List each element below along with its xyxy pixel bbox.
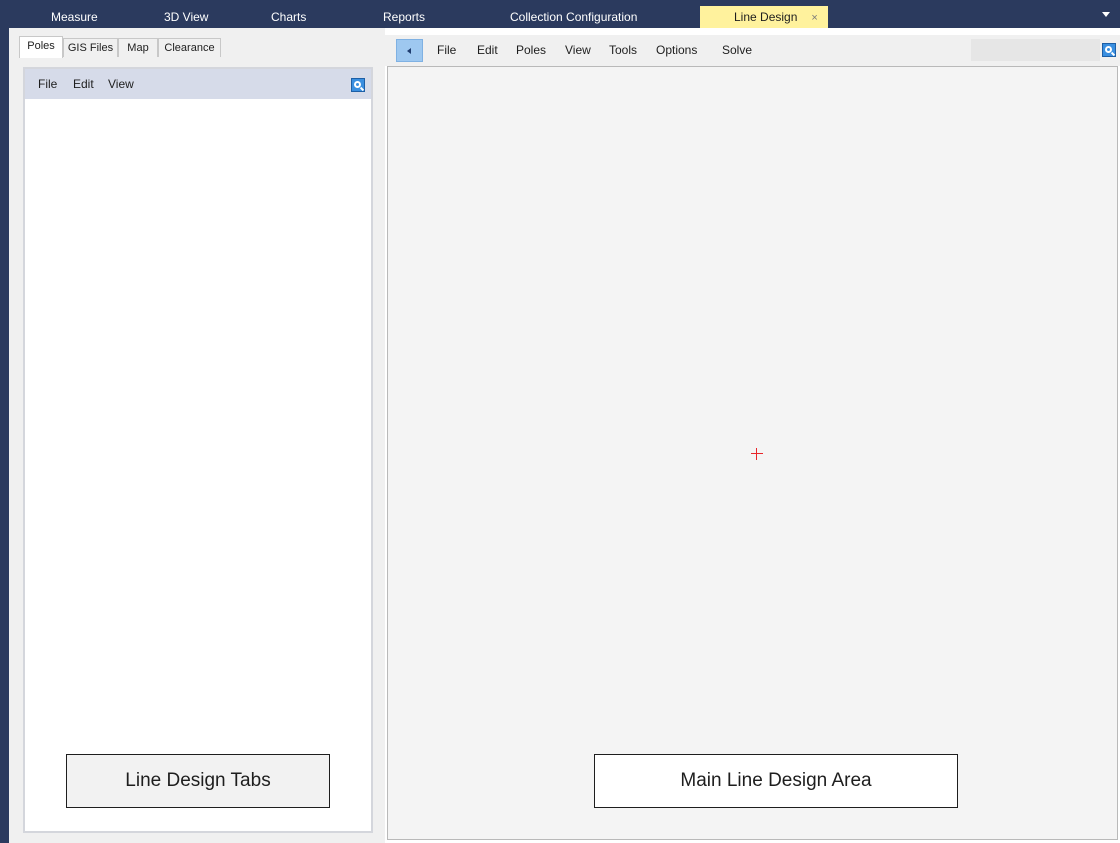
subtab-poles[interactable]: Poles (19, 36, 63, 58)
menu-edit[interactable]: Edit (477, 35, 498, 66)
menu-file[interactable]: File (437, 35, 456, 66)
app-window: Measure 3D View Charts Reports Collectio… (0, 0, 1120, 843)
search-handle-shape (1110, 51, 1116, 57)
crosshair-icon (750, 447, 764, 461)
main-menu-bar: File Edit Poles View Tools Options Solve (385, 35, 1120, 66)
menu-poles[interactable]: Poles (516, 35, 546, 66)
subtab-clearance[interactable]: Clearance (158, 38, 221, 57)
search-icon[interactable] (351, 78, 365, 92)
main-line-design-canvas[interactable] (387, 66, 1118, 840)
window-frame-left (0, 0, 9, 843)
main-search-icon[interactable] (1102, 43, 1116, 57)
poles-menu-file[interactable]: File (38, 69, 57, 99)
poles-list-frame: File Edit View (23, 67, 373, 833)
tab-charts[interactable]: Charts (271, 7, 306, 28)
tab-reports[interactable]: Reports (383, 7, 425, 28)
menu-options[interactable]: Options (656, 35, 697, 66)
subtab-gis-files[interactable]: GIS Files (63, 38, 118, 57)
search-handle-shape (359, 86, 365, 92)
tab-line-design[interactable]: Line Design × (700, 6, 828, 28)
tab-collection-configuration[interactable]: Collection Configuration (510, 7, 637, 28)
callout-main-line-design-area: Main Line Design Area (594, 754, 958, 808)
close-icon[interactable]: × (811, 12, 817, 24)
tab-measure[interactable]: Measure (51, 7, 98, 28)
crosshair-vertical (756, 448, 757, 460)
poles-menu-bar: File Edit View (25, 69, 371, 99)
collapse-panel-button[interactable] (396, 39, 423, 62)
tab-line-design-label: Line Design (734, 10, 798, 24)
crosshair-horizontal (751, 453, 763, 454)
chevron-left-icon (407, 48, 411, 54)
callout-line-design-tabs: Line Design Tabs (66, 754, 330, 808)
menu-view[interactable]: View (565, 35, 591, 66)
main-search-input[interactable] (971, 39, 1100, 61)
menu-solve[interactable]: Solve (722, 35, 752, 66)
tab-3d-view[interactable]: 3D View (164, 7, 208, 28)
document-tab-bar: Measure 3D View Charts Reports Collectio… (0, 0, 1120, 28)
menu-tools[interactable]: Tools (609, 35, 637, 66)
poles-menu-edit[interactable]: Edit (73, 69, 94, 99)
subtab-map[interactable]: Map (118, 38, 158, 57)
poles-menu-view[interactable]: View (108, 69, 134, 99)
line-design-tabs-panel: Poles GIS Files Map Clearance File Edit … (9, 28, 385, 843)
tab-overflow-dropdown-icon[interactable] (1102, 12, 1110, 17)
